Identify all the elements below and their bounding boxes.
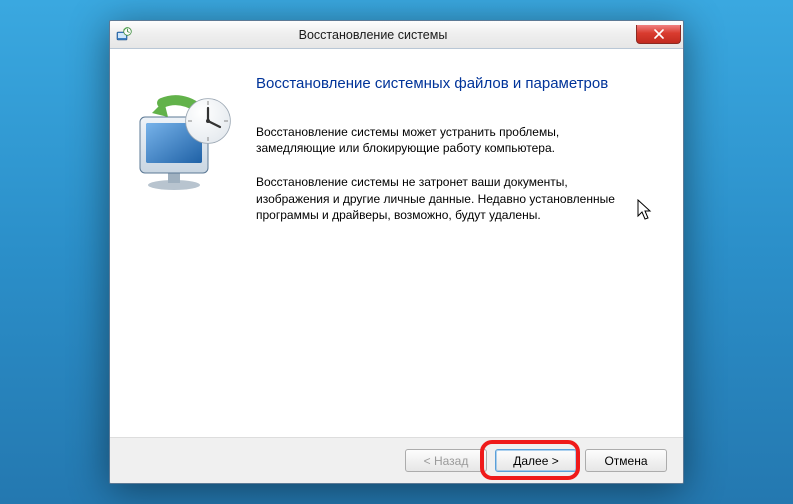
description-paragraph-2: Восстановление системы не затронет ваши …: [256, 174, 636, 223]
window-title: Восстановление системы: [110, 28, 636, 42]
system-restore-dialog: Восстановление системы: [109, 20, 684, 484]
close-icon: [654, 29, 664, 39]
system-restore-icon: [116, 27, 132, 43]
back-button: < Назад: [405, 449, 487, 472]
next-button[interactable]: Далее >: [495, 449, 577, 472]
close-button[interactable]: [636, 25, 681, 44]
button-bar: < Назад Далее > Отмена: [110, 437, 683, 483]
cancel-button[interactable]: Отмена: [585, 449, 667, 472]
content-area: Восстановление системных файлов и параме…: [110, 49, 683, 437]
description-paragraph-1: Восстановление системы может устранить п…: [256, 124, 636, 156]
mouse-cursor-icon: [637, 199, 653, 221]
monitor-clock-restore-illustration: [128, 89, 238, 199]
page-heading: Восстановление системных файлов и параме…: [256, 75, 655, 92]
titlebar: Восстановление системы: [110, 21, 683, 49]
main-text-pane: Восстановление системных файлов и параме…: [250, 49, 683, 437]
illustration-pane: [110, 49, 250, 437]
